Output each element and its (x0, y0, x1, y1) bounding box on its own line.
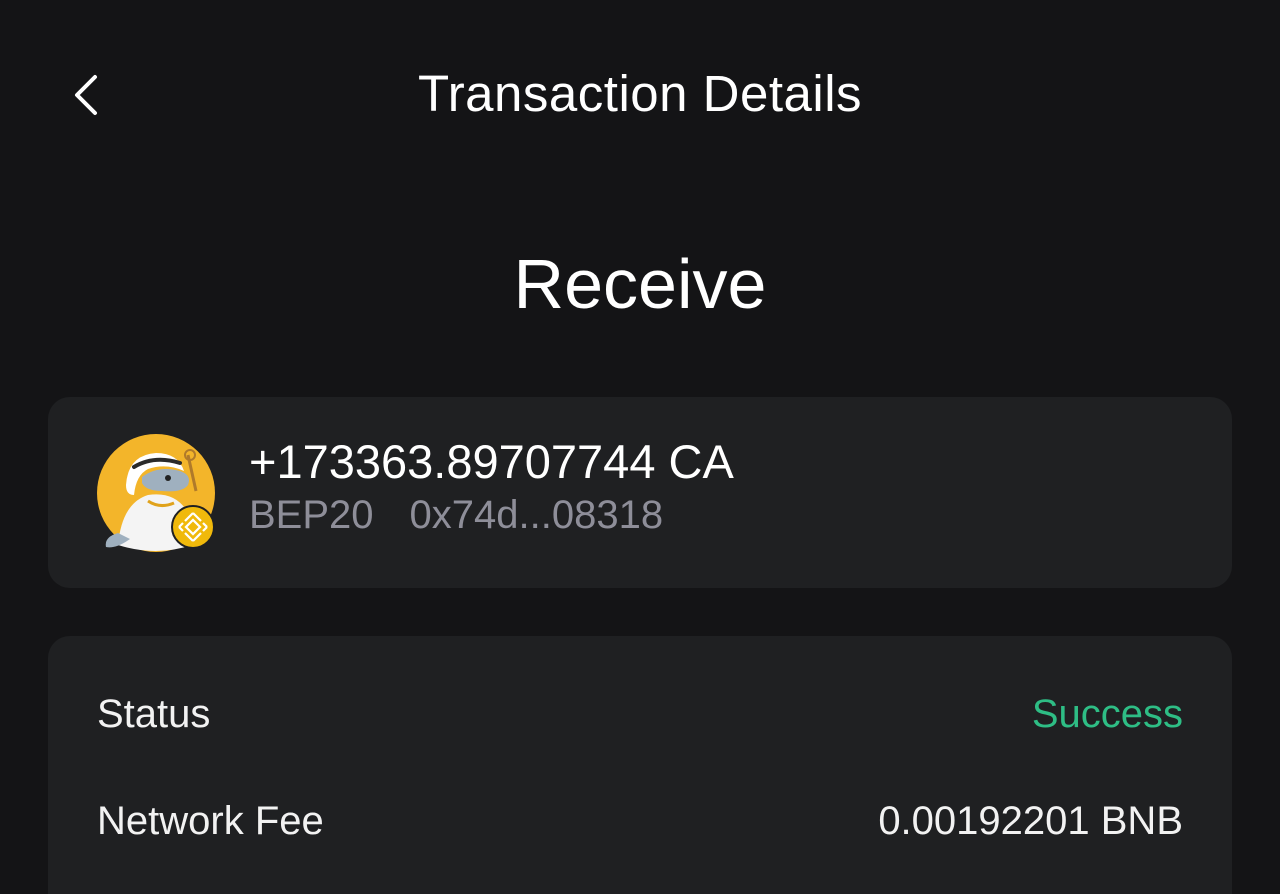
network-fee-value: 0.00192201 BNB (878, 798, 1183, 843)
header-bar: Transaction Details (0, 0, 1280, 190)
page-title: Transaction Details (417, 65, 863, 122)
status-label: Status (97, 691, 211, 736)
bnb-chain-badge-icon (171, 505, 215, 549)
transaction-type-heading: Receive (513, 245, 767, 323)
received-amount: +173363.89707744 CA (249, 435, 734, 488)
asset-network-line: BEP20 0x74d...08318 (249, 492, 663, 538)
transaction-details-screen: Transaction Details Receive +173363.8970… (0, 0, 1280, 894)
network-fee-row: Network Fee 0.00192201 BNB (97, 793, 1183, 849)
network-label: BEP20 (249, 493, 374, 537)
token-avatar (96, 433, 216, 553)
contract-address[interactable]: 0x74d...08318 (410, 493, 664, 537)
asset-card[interactable]: +173363.89707744 CA BEP20 0x74d...08318 (48, 397, 1232, 588)
network-fee-label: Network Fee (97, 798, 324, 843)
status-value: Success (1031, 691, 1183, 736)
details-card: Status Success Network Fee 0.00192201 BN… (48, 636, 1232, 894)
status-row: Status Success (97, 686, 1183, 742)
